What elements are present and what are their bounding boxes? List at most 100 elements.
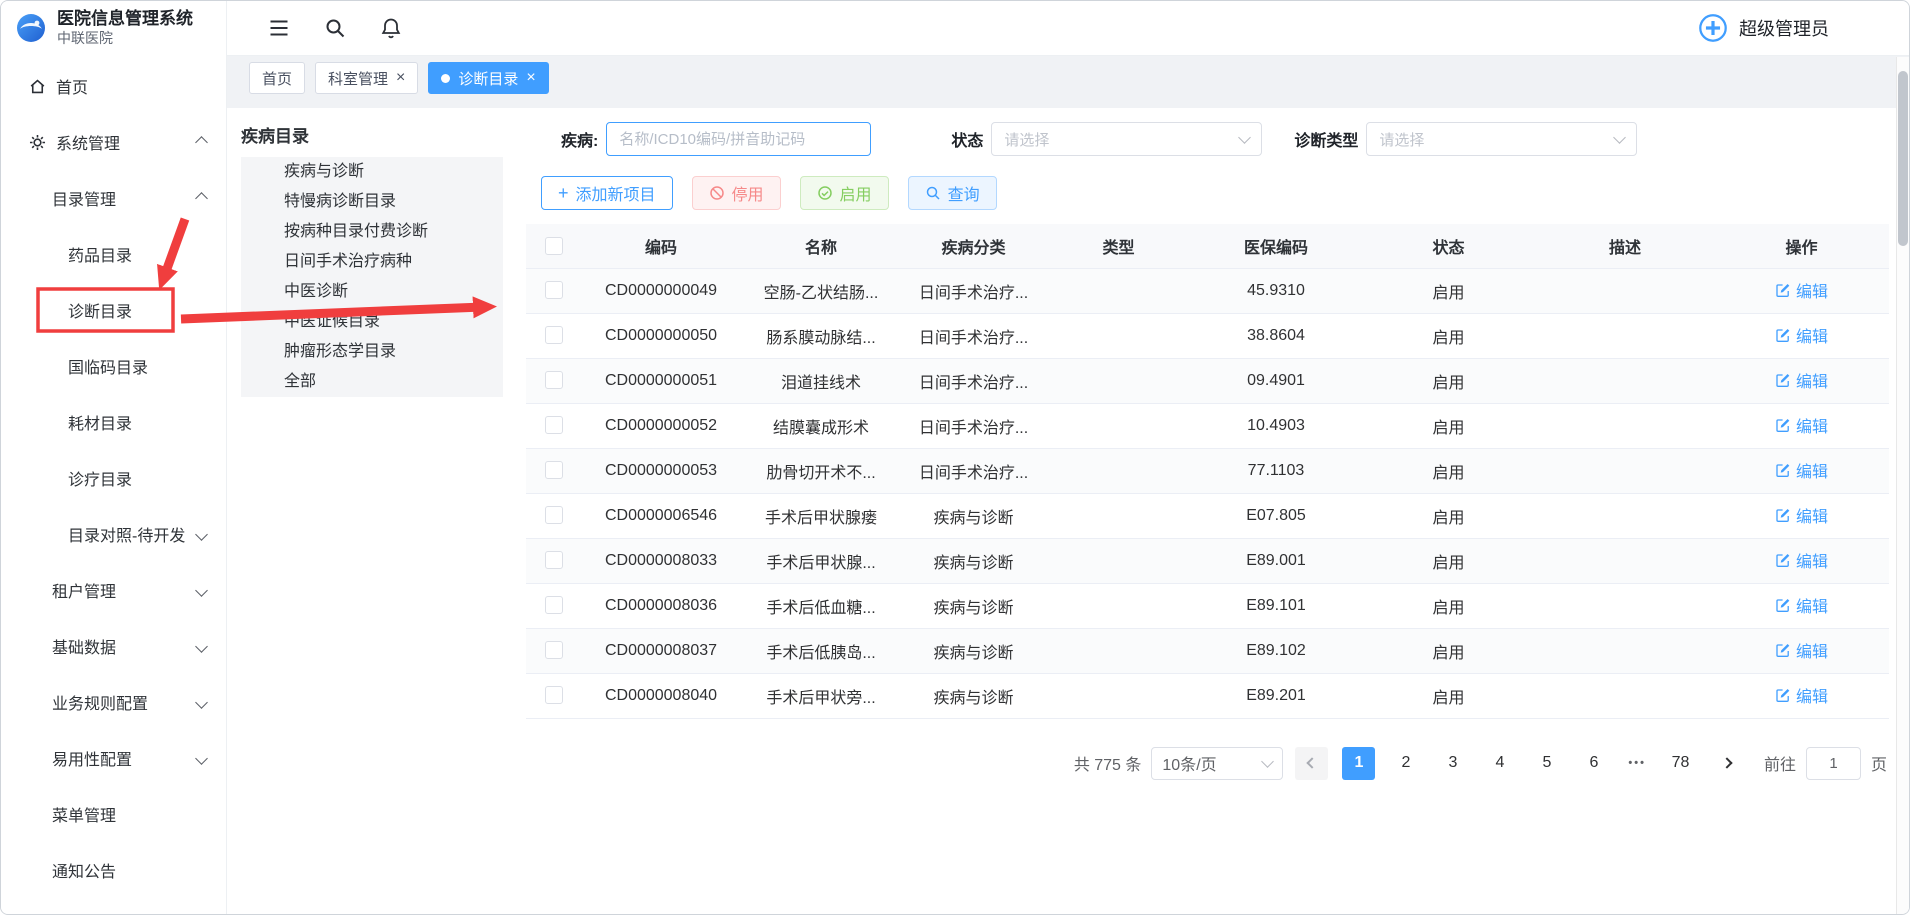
sidebar-item-catalog-mapping[interactable]: 目录对照-待开发 <box>1 506 226 562</box>
row-checkbox[interactable] <box>545 506 563 524</box>
cell-status: 启用 <box>1361 358 1536 403</box>
column-header-insurance-code: 医保编码 <box>1191 224 1361 268</box>
edit-button[interactable]: 编辑 <box>1775 413 1828 437</box>
disease-filter-label: 疾病: <box>561 127 598 151</box>
row-checkbox[interactable] <box>545 371 563 389</box>
cell-status: 启用 <box>1361 268 1536 313</box>
query-button[interactable]: 查询 <box>908 176 997 210</box>
cell-code: CD0000000050 <box>581 313 741 358</box>
sidebar-item-home[interactable]: 首页 <box>1 58 226 114</box>
catalog-item-chronic-disease[interactable]: 特慢病诊断目录 <box>241 187 503 217</box>
row-checkbox[interactable] <box>545 416 563 434</box>
goto-page-input[interactable] <box>1806 747 1861 780</box>
sidebar-item-notice[interactable]: 通知公告 <box>1 842 226 898</box>
row-checkbox[interactable] <box>545 641 563 659</box>
sidebar-item-menu-management[interactable]: 菜单管理 <box>1 786 226 842</box>
page-content: 疾病目录 疾病与诊断 特慢病诊断目录 按病种目录付费诊断 日间手术治疗病种 中医… <box>227 108 1909 914</box>
edit-button[interactable]: 编辑 <box>1775 323 1828 347</box>
row-checkbox[interactable] <box>545 461 563 479</box>
prev-page-button[interactable] <box>1295 747 1328 780</box>
catalog-item-tcm-diagnosis[interactable]: 中医诊断 <box>241 277 503 307</box>
sidebar-item-label: 目录对照-待开发 <box>68 522 185 546</box>
diagnosis-table: 编码 名称 疾病分类 类型 医保编码 状态 描述 操作 <box>526 224 1889 719</box>
page-button-4[interactable]: 4 <box>1483 747 1516 780</box>
page-size-value: 10条/页 <box>1162 751 1216 775</box>
sidebar-item-usability-config[interactable]: 易用性配置 <box>1 730 226 786</box>
close-icon[interactable]: × <box>526 70 535 86</box>
row-checkbox[interactable] <box>545 551 563 569</box>
collapse-menu-icon[interactable] <box>267 16 291 40</box>
edit-button[interactable]: 编辑 <box>1775 548 1828 572</box>
notification-bell-icon[interactable] <box>379 16 403 40</box>
user-menu[interactable]: 超级管理员 <box>1697 12 1829 44</box>
cell-name: 手术后低血糖... <box>741 583 901 628</box>
pagination-ellipsis[interactable]: ••• <box>1628 757 1646 769</box>
sidebar-item-consumables-catalog[interactable]: 耗材目录 <box>1 394 226 450</box>
page-button-5[interactable]: 5 <box>1530 747 1563 780</box>
page-size-select[interactable]: 10条/页 <box>1151 747 1283 780</box>
sidebar-item-tenant-management[interactable]: 租户管理 <box>1 562 226 618</box>
enable-button[interactable]: 启用 <box>800 176 889 210</box>
disable-button[interactable]: 停用 <box>692 176 781 210</box>
sidebar-item-national-code-catalog[interactable]: 国临码目录 <box>1 338 226 394</box>
catalog-item-all[interactable]: 全部 <box>241 367 503 397</box>
page-button-78[interactable]: 78 <box>1664 747 1697 780</box>
catalog-item-day-surgery[interactable]: 日间手术治疗病种 <box>241 247 503 277</box>
sidebar-item-catalog-management[interactable]: 目录管理 <box>1 170 226 226</box>
close-icon[interactable]: × <box>396 70 405 86</box>
cell-status: 启用 <box>1361 313 1536 358</box>
chevron-left-icon <box>1306 757 1317 768</box>
diagnosis-type-select[interactable]: 请选择 <box>1366 122 1637 156</box>
edit-button[interactable]: 编辑 <box>1775 458 1828 482</box>
chevron-right-icon <box>1722 757 1733 768</box>
sidebar-item-label: 国临码目录 <box>68 354 148 378</box>
page-button-3[interactable]: 3 <box>1436 747 1469 780</box>
table-row: CD0000000053 肋骨切开术不... 日间手术治疗... 77.1103… <box>526 448 1889 493</box>
tab-label: 首页 <box>262 68 292 89</box>
tab-diagnosis-catalog[interactable]: 诊断目录 × <box>428 62 548 94</box>
search-icon[interactable] <box>323 16 347 40</box>
cell-type <box>1046 448 1191 493</box>
disease-search-input[interactable] <box>606 122 871 156</box>
sidebar-item-label: 首页 <box>56 74 88 98</box>
edit-button[interactable]: 编辑 <box>1775 368 1828 392</box>
scrollbar-thumb[interactable] <box>1898 71 1908 246</box>
row-checkbox[interactable] <box>545 281 563 299</box>
tab-home[interactable]: 首页 <box>249 62 305 94</box>
row-checkbox[interactable] <box>545 326 563 344</box>
sidebar-item-diagnosis-catalog[interactable]: 诊断目录 <box>1 282 226 338</box>
column-header-code: 编码 <box>581 224 741 268</box>
status-select[interactable]: 请选择 <box>991 122 1262 156</box>
page-button-2[interactable]: 2 <box>1389 747 1422 780</box>
sidebar-item-drug-catalog[interactable]: 药品目录 <box>1 226 226 282</box>
page-button-6[interactable]: 6 <box>1577 747 1610 780</box>
sidebar-item-basic-data[interactable]: 基础数据 <box>1 618 226 674</box>
sidebar-item-treatment-catalog[interactable]: 诊疗目录 <box>1 450 226 506</box>
cell-category: 日间手术治疗... <box>901 313 1046 358</box>
edit-button[interactable]: 编辑 <box>1775 593 1828 617</box>
select-all-checkbox[interactable] <box>545 237 563 255</box>
edit-icon <box>1775 597 1791 613</box>
catalog-item-tcm-syndrome[interactable]: 中医证候目录 <box>241 307 503 337</box>
sidebar-item-system-management[interactable]: 系统管理 <box>1 114 226 170</box>
next-page-button[interactable] <box>1711 747 1744 780</box>
edit-button[interactable]: 编辑 <box>1775 278 1828 302</box>
diagnosis-type-filter-label: 诊断类型 <box>1294 127 1358 151</box>
add-item-button[interactable]: + 添加新项目 <box>541 176 673 210</box>
vertical-scrollbar[interactable] <box>1896 57 1909 914</box>
edit-button[interactable]: 编辑 <box>1775 503 1828 527</box>
tab-label: 诊断目录 <box>458 68 518 89</box>
sidebar-item-business-rules[interactable]: 业务规则配置 <box>1 674 226 730</box>
column-header-name: 名称 <box>741 224 901 268</box>
catalog-item-disease-diagnosis[interactable]: 疾病与诊断 <box>241 157 503 187</box>
row-checkbox[interactable] <box>545 686 563 704</box>
edit-button[interactable]: 编辑 <box>1775 638 1828 662</box>
edit-button[interactable]: 编辑 <box>1775 683 1828 707</box>
chevron-down-icon <box>195 584 208 597</box>
catalog-item-tumor-morphology[interactable]: 肿瘤形态学目录 <box>241 337 503 367</box>
catalog-item-payment-by-disease[interactable]: 按病种目录付费诊断 <box>241 217 503 247</box>
page-button-1[interactable]: 1 <box>1342 747 1375 780</box>
tab-department-management[interactable]: 科室管理 × <box>315 62 418 94</box>
row-checkbox[interactable] <box>545 596 563 614</box>
tab-bar: 首页 科室管理 × 诊断目录 × <box>227 56 1909 108</box>
